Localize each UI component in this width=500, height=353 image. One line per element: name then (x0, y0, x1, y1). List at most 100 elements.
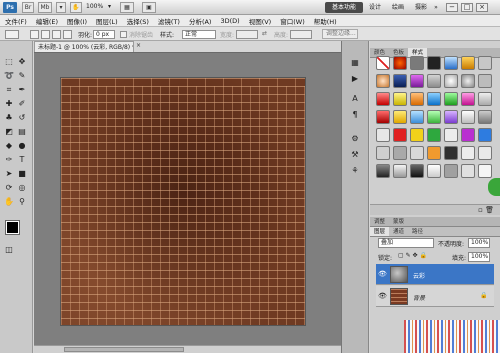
style-select[interactable]: 正常 (182, 30, 216, 39)
menu-filter[interactable]: 滤镜(T) (158, 16, 180, 26)
style-swatch[interactable] (427, 128, 441, 142)
eraser-tool-icon[interactable]: ◩ (4, 127, 14, 137)
refine-edge-button[interactable]: 调整边缘... (322, 29, 358, 39)
menu-view[interactable]: 视图(V) (249, 16, 272, 26)
style-swatch[interactable] (393, 164, 407, 178)
menu-3d[interactable]: 3D(D) (220, 17, 239, 25)
3d-rotate-tool-icon[interactable]: ⟳ (4, 183, 14, 193)
gradient-tool-icon[interactable]: ▤ (17, 127, 27, 137)
add-selection-icon[interactable] (41, 30, 50, 39)
swap-icon[interactable]: ⇄ (262, 30, 267, 37)
style-swatch[interactable] (444, 56, 458, 70)
style-swatch[interactable] (461, 110, 475, 124)
style-swatch[interactable] (444, 146, 458, 160)
tab-masks[interactable]: 蒙版 (389, 217, 408, 226)
workspace-design[interactable]: 设计 (367, 2, 383, 13)
style-swatch[interactable] (393, 128, 407, 142)
dodge-tool-icon[interactable]: ● (17, 141, 27, 151)
style-swatch[interactable] (410, 74, 424, 88)
foreground-color-swatch[interactable] (5, 220, 20, 235)
paragraph-panel-icon[interactable]: ¶ (348, 109, 362, 121)
clone-source-panel-icon[interactable]: ⚘ (348, 165, 362, 177)
style-swatch[interactable] (376, 128, 390, 142)
style-swatch[interactable] (427, 164, 441, 178)
menu-help[interactable]: 帮助(H) (314, 16, 337, 26)
blend-mode-select[interactable]: 叠加 (378, 238, 434, 248)
menu-select[interactable]: 选择(S) (127, 16, 149, 26)
path-selection-tool-icon[interactable]: ➤ (4, 169, 14, 179)
style-swatch[interactable] (461, 74, 475, 88)
zoom-level[interactable]: 100% (86, 3, 103, 10)
tab-layers[interactable]: 图层 (370, 227, 390, 236)
menu-file[interactable]: 文件(F) (5, 16, 27, 26)
style-swatch[interactable] (427, 92, 441, 106)
style-swatch[interactable] (478, 110, 492, 124)
lock-options-icons[interactable]: ▢ ✎ ✥ 🔒 (398, 252, 427, 259)
menu-image[interactable]: 图像(I) (67, 16, 87, 26)
style-swatch[interactable] (393, 56, 407, 70)
antialias-checkbox[interactable] (120, 31, 127, 38)
quick-select-tool-icon[interactable]: ✎ (17, 71, 27, 81)
healing-brush-tool-icon[interactable]: ✚ (4, 99, 14, 109)
screen-mode-icon[interactable]: ▣ (142, 2, 156, 13)
tab-adjustments[interactable]: 调整 (370, 217, 389, 226)
style-swatch[interactable] (427, 110, 441, 124)
tab-paths[interactable]: 路径 (408, 227, 427, 236)
brick-wall-canvas[interactable] (61, 78, 305, 325)
style-swatch[interactable] (427, 146, 441, 160)
style-swatch[interactable] (461, 146, 475, 160)
workspace-painting[interactable]: 绘画 (389, 2, 407, 13)
layer-row-clouds[interactable]: 👁 云彩 (376, 264, 494, 285)
style-swatch[interactable] (393, 74, 407, 88)
chevron-down-icon[interactable]: ▾ (108, 3, 111, 10)
maximize-button[interactable]: □ (461, 3, 473, 12)
style-swatch[interactable] (410, 92, 424, 106)
height-input[interactable] (290, 30, 312, 39)
history-panel-icon[interactable]: ▦ (348, 57, 362, 69)
tool-presets-panel-icon[interactable]: ⚒ (348, 149, 362, 161)
move-tool-icon[interactable]: ✥ (17, 57, 27, 67)
fill-input[interactable]: 100% (468, 252, 490, 262)
style-swatch[interactable] (478, 74, 492, 88)
arrange-documents-icon[interactable]: ▦ (120, 2, 134, 13)
style-swatch[interactable] (478, 146, 492, 160)
horizontal-scrollbar[interactable] (34, 345, 341, 353)
delete-style-icon[interactable]: 🗑 (485, 206, 494, 214)
workspace-basic[interactable]: 基本功能 (325, 2, 363, 13)
more-workspaces-icon[interactable]: » (432, 2, 440, 13)
scrollbar-thumb[interactable] (64, 347, 184, 352)
style-swatch[interactable] (478, 92, 492, 106)
layer-row-background[interactable]: 👁 背景 🔒 (376, 286, 494, 307)
opacity-input[interactable]: 100% (468, 238, 490, 248)
blur-tool-icon[interactable]: ◆ (4, 141, 14, 151)
style-swatch[interactable] (410, 146, 424, 160)
type-tool-icon[interactable]: T (17, 155, 27, 165)
style-swatch[interactable] (376, 92, 390, 106)
style-swatch[interactable] (427, 74, 441, 88)
style-swatch[interactable] (393, 146, 407, 160)
side-widget-icon[interactable] (488, 178, 500, 196)
style-swatch[interactable] (376, 110, 390, 124)
crop-tool-icon[interactable]: ⌗ (4, 85, 14, 95)
style-swatch[interactable] (376, 164, 390, 178)
style-swatch[interactable] (376, 146, 390, 160)
menu-analysis[interactable]: 分析(A) (189, 16, 212, 26)
new-style-icon[interactable]: ▫ (478, 206, 483, 214)
style-swatch[interactable] (461, 128, 475, 142)
hand-tool-icon[interactable]: ✋ (70, 2, 82, 13)
style-swatch[interactable] (478, 164, 492, 178)
width-input[interactable] (236, 30, 258, 39)
document-tab[interactable]: 未标题-1 @ 100% (云彩, RGB/8) * (34, 41, 134, 52)
subtract-selection-icon[interactable] (52, 30, 61, 39)
quick-mask-icon[interactable]: ◫ (4, 245, 14, 255)
style-swatch[interactable] (410, 164, 424, 178)
style-swatch[interactable] (444, 74, 458, 88)
bridge-icon[interactable]: Br (22, 2, 34, 13)
view-extras-icon[interactable]: ▾ (56, 2, 66, 13)
style-swatch[interactable] (444, 92, 458, 106)
style-swatch[interactable] (478, 56, 492, 70)
brush-tool-icon[interactable]: ✐ (17, 99, 27, 109)
shape-tool-icon[interactable]: ■ (17, 169, 27, 179)
close-icon[interactable]: × (136, 42, 141, 49)
style-swatch[interactable] (376, 74, 390, 88)
